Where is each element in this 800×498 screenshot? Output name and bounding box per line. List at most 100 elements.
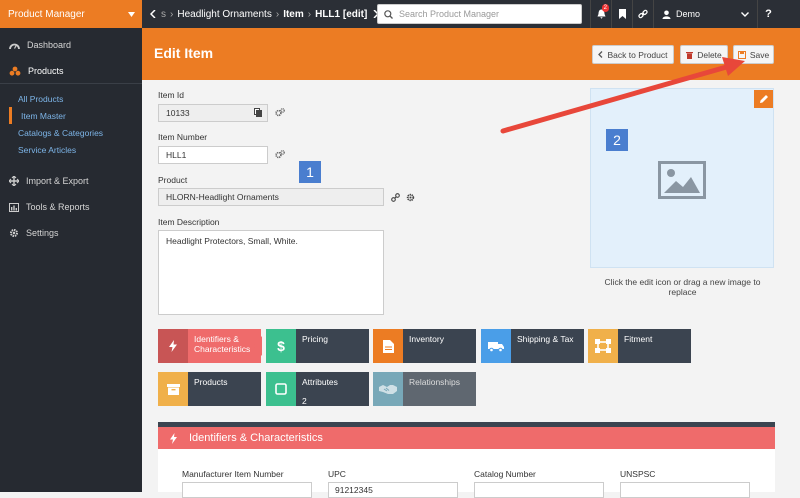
tile-label: Attributes xyxy=(302,377,338,387)
tile-identifiers[interactable]: Identifiers & Characteristics xyxy=(158,329,261,363)
breadcrumb-current: HLL1 [edit] xyxy=(315,8,368,20)
section-title: Identifiers & Characteristics xyxy=(189,432,323,444)
sidebar-item-products[interactable]: Products xyxy=(0,58,142,84)
trash-icon xyxy=(686,51,694,59)
item-id-value: 10133 xyxy=(166,108,190,118)
help-button[interactable]: ? xyxy=(757,0,779,28)
tile-relationships[interactable]: Relationships xyxy=(373,372,476,406)
links-button[interactable] xyxy=(632,0,653,28)
cogs-icon[interactable] xyxy=(275,108,285,117)
app-brand: Product Manager xyxy=(8,8,85,20)
sidebar-sub-service-articles[interactable]: Service Articles xyxy=(0,141,142,158)
item-image-dropzone[interactable] xyxy=(590,88,774,268)
handshake-icon xyxy=(373,372,403,406)
search-input[interactable]: Search Product Manager xyxy=(377,4,582,24)
link-icon[interactable] xyxy=(391,193,400,202)
item-id-label: Item Id xyxy=(158,90,184,100)
tile-label: Pricing xyxy=(302,334,328,344)
sidebar-sub-all-products[interactable]: All Products xyxy=(0,90,142,107)
upc-label: UPC xyxy=(328,469,346,479)
user-menu[interactable]: Demo xyxy=(653,0,757,28)
gear-icon xyxy=(10,229,18,237)
chevron-left-icon xyxy=(598,51,603,58)
copy-icon[interactable] xyxy=(254,108,262,117)
product-value: HLORN-Headlight Ornaments xyxy=(166,192,279,202)
bolt-icon xyxy=(158,329,188,363)
callout-2: 2 xyxy=(606,129,628,151)
sidebar-sub-item-master[interactable]: Item Master xyxy=(9,107,142,124)
back-to-product-button[interactable]: Back to Product xyxy=(592,45,674,64)
tile-label: Inventory xyxy=(409,334,444,344)
delete-button[interactable]: Delete xyxy=(680,45,728,64)
sidebar-item-import-export[interactable]: Import & Export xyxy=(0,168,142,194)
tile-shipping-tax[interactable]: Shipping & Tax xyxy=(481,329,584,363)
tile-inventory[interactable]: Inventory xyxy=(373,329,476,363)
sidebar-item-label: Tools & Reports xyxy=(26,202,90,212)
product-field: HLORN-Headlight Ornaments xyxy=(158,188,384,206)
chevron-left-icon[interactable] xyxy=(150,10,156,18)
notifications-button[interactable]: 2 xyxy=(590,0,611,28)
breadcrumb-ellipsis[interactable]: s xyxy=(161,9,166,20)
item-number-field[interactable]: HLL1 xyxy=(158,146,268,164)
bookmarks-button[interactable] xyxy=(611,0,632,28)
tile-products[interactable]: Products xyxy=(158,372,261,406)
truck-icon xyxy=(481,329,511,363)
description-textarea[interactable]: Headlight Protectors, Small, White. xyxy=(158,230,384,315)
sidebar-item-dashboard[interactable]: Dashboard xyxy=(0,32,142,58)
sidebar: Dashboard Products All Products Item Mas… xyxy=(0,28,142,492)
upc-field[interactable]: 91212345 xyxy=(328,482,458,498)
save-label: Save xyxy=(749,49,770,60)
square-icon xyxy=(266,372,296,406)
chevron-down-icon xyxy=(741,11,749,17)
archive-icon xyxy=(158,372,188,406)
sidebar-item-label: Import & Export xyxy=(26,176,89,186)
search-placeholder: Search Product Manager xyxy=(399,9,500,19)
tile-count: 2 xyxy=(302,396,307,406)
breadcrumb: s › Headlight Ornaments › Item › HLL1 [e… xyxy=(150,8,380,20)
file-icon xyxy=(373,329,403,363)
description-label: Item Description xyxy=(158,217,220,227)
tile-pricing[interactable]: $ Pricing xyxy=(266,329,369,363)
item-number-label: Item Number xyxy=(158,132,208,142)
sidebar-item-label: Settings xyxy=(26,228,59,238)
breadcrumb-product[interactable]: Headlight Ornaments xyxy=(177,9,272,20)
identifiers-section: Identifiers & Characteristics Manufactur… xyxy=(158,422,775,498)
breadcrumb-item[interactable]: Item xyxy=(283,9,304,20)
catalog-number-field[interactable] xyxy=(474,482,604,498)
pencil-icon xyxy=(759,95,768,103)
tile-fitment[interactable]: Fitment xyxy=(588,329,691,363)
sidebar-item-settings[interactable]: Settings xyxy=(0,220,142,246)
report-icon xyxy=(9,202,19,212)
manufacturer-item-number-field[interactable] xyxy=(182,482,312,498)
search-icon xyxy=(384,9,393,19)
floppy-icon xyxy=(737,50,746,59)
cogs-icon[interactable] xyxy=(275,150,285,159)
caret-down-icon xyxy=(128,11,135,17)
products-icon xyxy=(9,66,21,76)
bolt-icon xyxy=(170,432,177,444)
item-number-value: HLL1 xyxy=(166,150,187,160)
save-button[interactable]: Save xyxy=(733,45,774,64)
app-switcher[interactable]: Product Manager xyxy=(0,0,142,28)
sidebar-item-tools-reports[interactable]: Tools & Reports xyxy=(0,194,142,220)
manufacturer-item-number-label: Manufacturer Item Number xyxy=(182,469,284,479)
delete-label: Delete xyxy=(697,49,722,60)
notification-badge: 2 xyxy=(601,4,609,12)
gear-icon[interactable] xyxy=(406,193,415,202)
unspsc-label: UNSPSC xyxy=(620,469,656,479)
product-label: Product xyxy=(158,175,188,185)
fitment-icon xyxy=(588,329,618,363)
edit-image-button[interactable] xyxy=(754,90,773,108)
dashboard-icon xyxy=(9,43,20,49)
unspsc-field[interactable] xyxy=(620,482,750,498)
tile-label: Identifiers & xyxy=(194,334,239,344)
tile-label: Fitment xyxy=(624,334,653,344)
tile-label: Shipping & Tax xyxy=(517,334,574,344)
bookmark-icon xyxy=(618,9,626,19)
top-bar: Product Manager s › Headlight Ornaments … xyxy=(0,0,800,28)
tile-attributes[interactable]: Attributes 2 xyxy=(266,372,369,406)
sidebar-sub-catalogs[interactable]: Catalogs & Categories xyxy=(0,124,142,141)
sidebar-item-label: Dashboard xyxy=(27,40,72,50)
tile-active-pointer xyxy=(253,336,262,356)
dollar-icon: $ xyxy=(266,329,296,363)
